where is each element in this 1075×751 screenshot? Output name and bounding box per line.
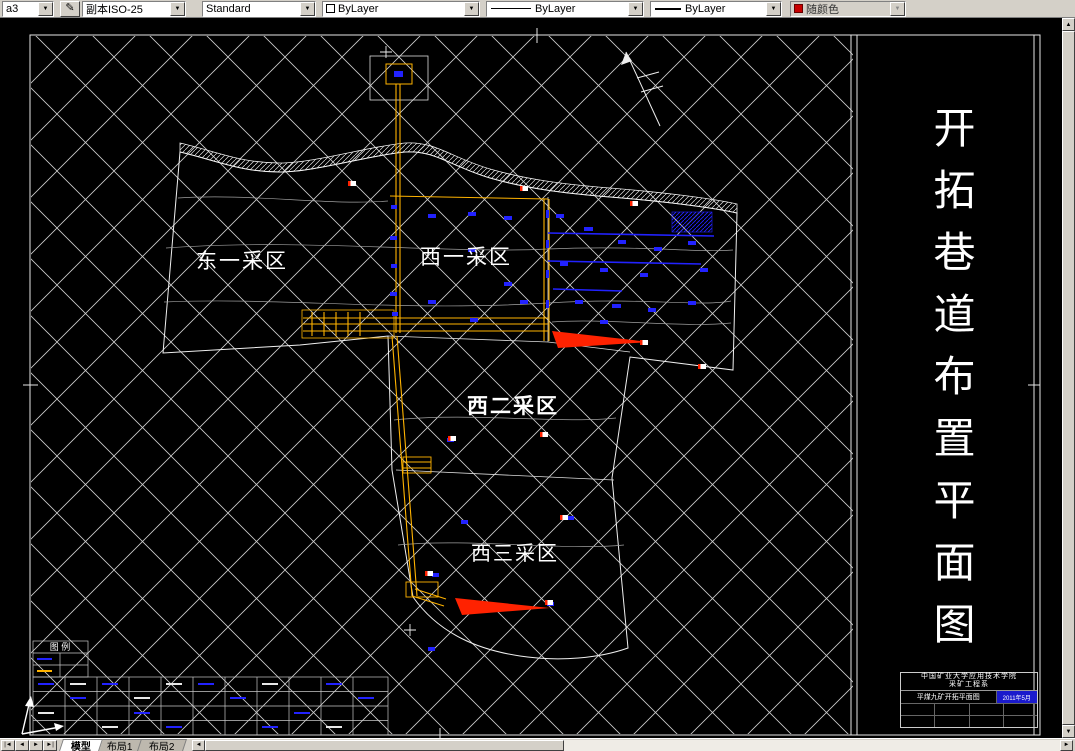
- lineweight-combo[interactable]: ByLayer ▼: [650, 0, 782, 17]
- tab-first-button[interactable]: |◄: [1, 739, 15, 751]
- tab-layout2-label: 布局2: [148, 742, 174, 751]
- horizontal-scrollbar-track[interactable]: [205, 739, 1060, 751]
- layer-combo-value: 副本ISO-25: [86, 3, 143, 16]
- scroll-left-button[interactable]: ◄: [192, 739, 206, 751]
- make-layer-current-button[interactable]: ✎: [60, 0, 80, 17]
- construction-grid: [31, 36, 853, 734]
- legend-title: 图 例: [50, 641, 71, 652]
- vertical-scrollbar[interactable]: ▲ ▼: [1062, 18, 1075, 738]
- chevron-down-icon[interactable]: ▼: [300, 1, 315, 16]
- shape-combo[interactable]: a3 ▼: [2, 0, 54, 17]
- lineweight-combo-value: ByLayer: [685, 2, 726, 15]
- tab-model-label: 模型: [70, 742, 91, 751]
- shape-combo-value: a3: [6, 2, 19, 15]
- layout-tabbar: |◄ ◄ ► ►| 模型 布局1 布局2 ◄ ►: [0, 738, 1075, 751]
- drawing-canvas[interactable]: 图 例 东一采区 西一采区 西二采区 西三采区 开拓巷道布置平面图 中国矿业大学…: [0, 18, 1075, 738]
- vertical-scrollbar-thumb[interactable]: [1062, 31, 1075, 725]
- horizontal-scrollbar[interactable]: ◄ ►: [192, 739, 1073, 751]
- pencil-icon: ✎: [65, 1, 75, 14]
- color-combo-value: ByLayer: [338, 2, 379, 15]
- chevron-down-icon[interactable]: ▼: [766, 1, 781, 16]
- linetype-glyph-icon: [491, 8, 531, 9]
- tab-previous-button[interactable]: ◄: [15, 739, 29, 751]
- scroll-down-button[interactable]: ▼: [1062, 725, 1075, 738]
- scroll-up-button[interactable]: ▲: [1062, 18, 1075, 31]
- plot-style-combo-value: 随颜色: [806, 3, 839, 16]
- text-style-combo[interactable]: Standard ▼: [202, 0, 316, 17]
- chevron-down-icon[interactable]: ▼: [38, 1, 53, 16]
- plot-style-swatch-icon: [794, 4, 803, 13]
- scroll-right-button[interactable]: ►: [1060, 739, 1073, 751]
- chevron-down-icon[interactable]: ▼: [170, 1, 185, 16]
- chevron-down-icon[interactable]: ▼: [628, 1, 643, 16]
- tab-layout1-label: 布局1: [106, 742, 133, 751]
- horizontal-scrollbar-thumb[interactable]: [205, 739, 565, 751]
- tab-last-button[interactable]: ►|: [43, 739, 57, 751]
- color-swatch-icon: [326, 4, 335, 13]
- mine-plan-drawing: 图 例: [21, 28, 1041, 738]
- tab-layout2[interactable]: 布局2: [136, 739, 187, 751]
- layer-combo[interactable]: 副本ISO-25 ▼: [82, 0, 186, 17]
- chevron-down-icon[interactable]: ▼: [464, 1, 479, 16]
- linetype-combo-value: ByLayer: [535, 2, 576, 15]
- cad-application: a3 ▼ ✎ 副本ISO-25 ▼ Standard ▼ ByLayer ▼ B…: [0, 0, 1075, 751]
- tab-navigation: |◄ ◄ ► ►|: [1, 739, 57, 751]
- color-combo[interactable]: ByLayer ▼: [322, 0, 480, 17]
- plot-style-combo: 随颜色 ▼: [790, 0, 906, 17]
- tab-next-button[interactable]: ►: [29, 739, 43, 751]
- linetype-combo[interactable]: ByLayer ▼: [486, 0, 644, 17]
- text-style-combo-value: Standard: [206, 2, 251, 15]
- toolbar: a3 ▼ ✎ 副本ISO-25 ▼ Standard ▼ ByLayer ▼ B…: [0, 0, 1075, 18]
- tab-model[interactable]: 模型: [59, 739, 103, 751]
- chevron-down-icon: ▼: [890, 1, 905, 16]
- lineweight-glyph-icon: [655, 7, 681, 10]
